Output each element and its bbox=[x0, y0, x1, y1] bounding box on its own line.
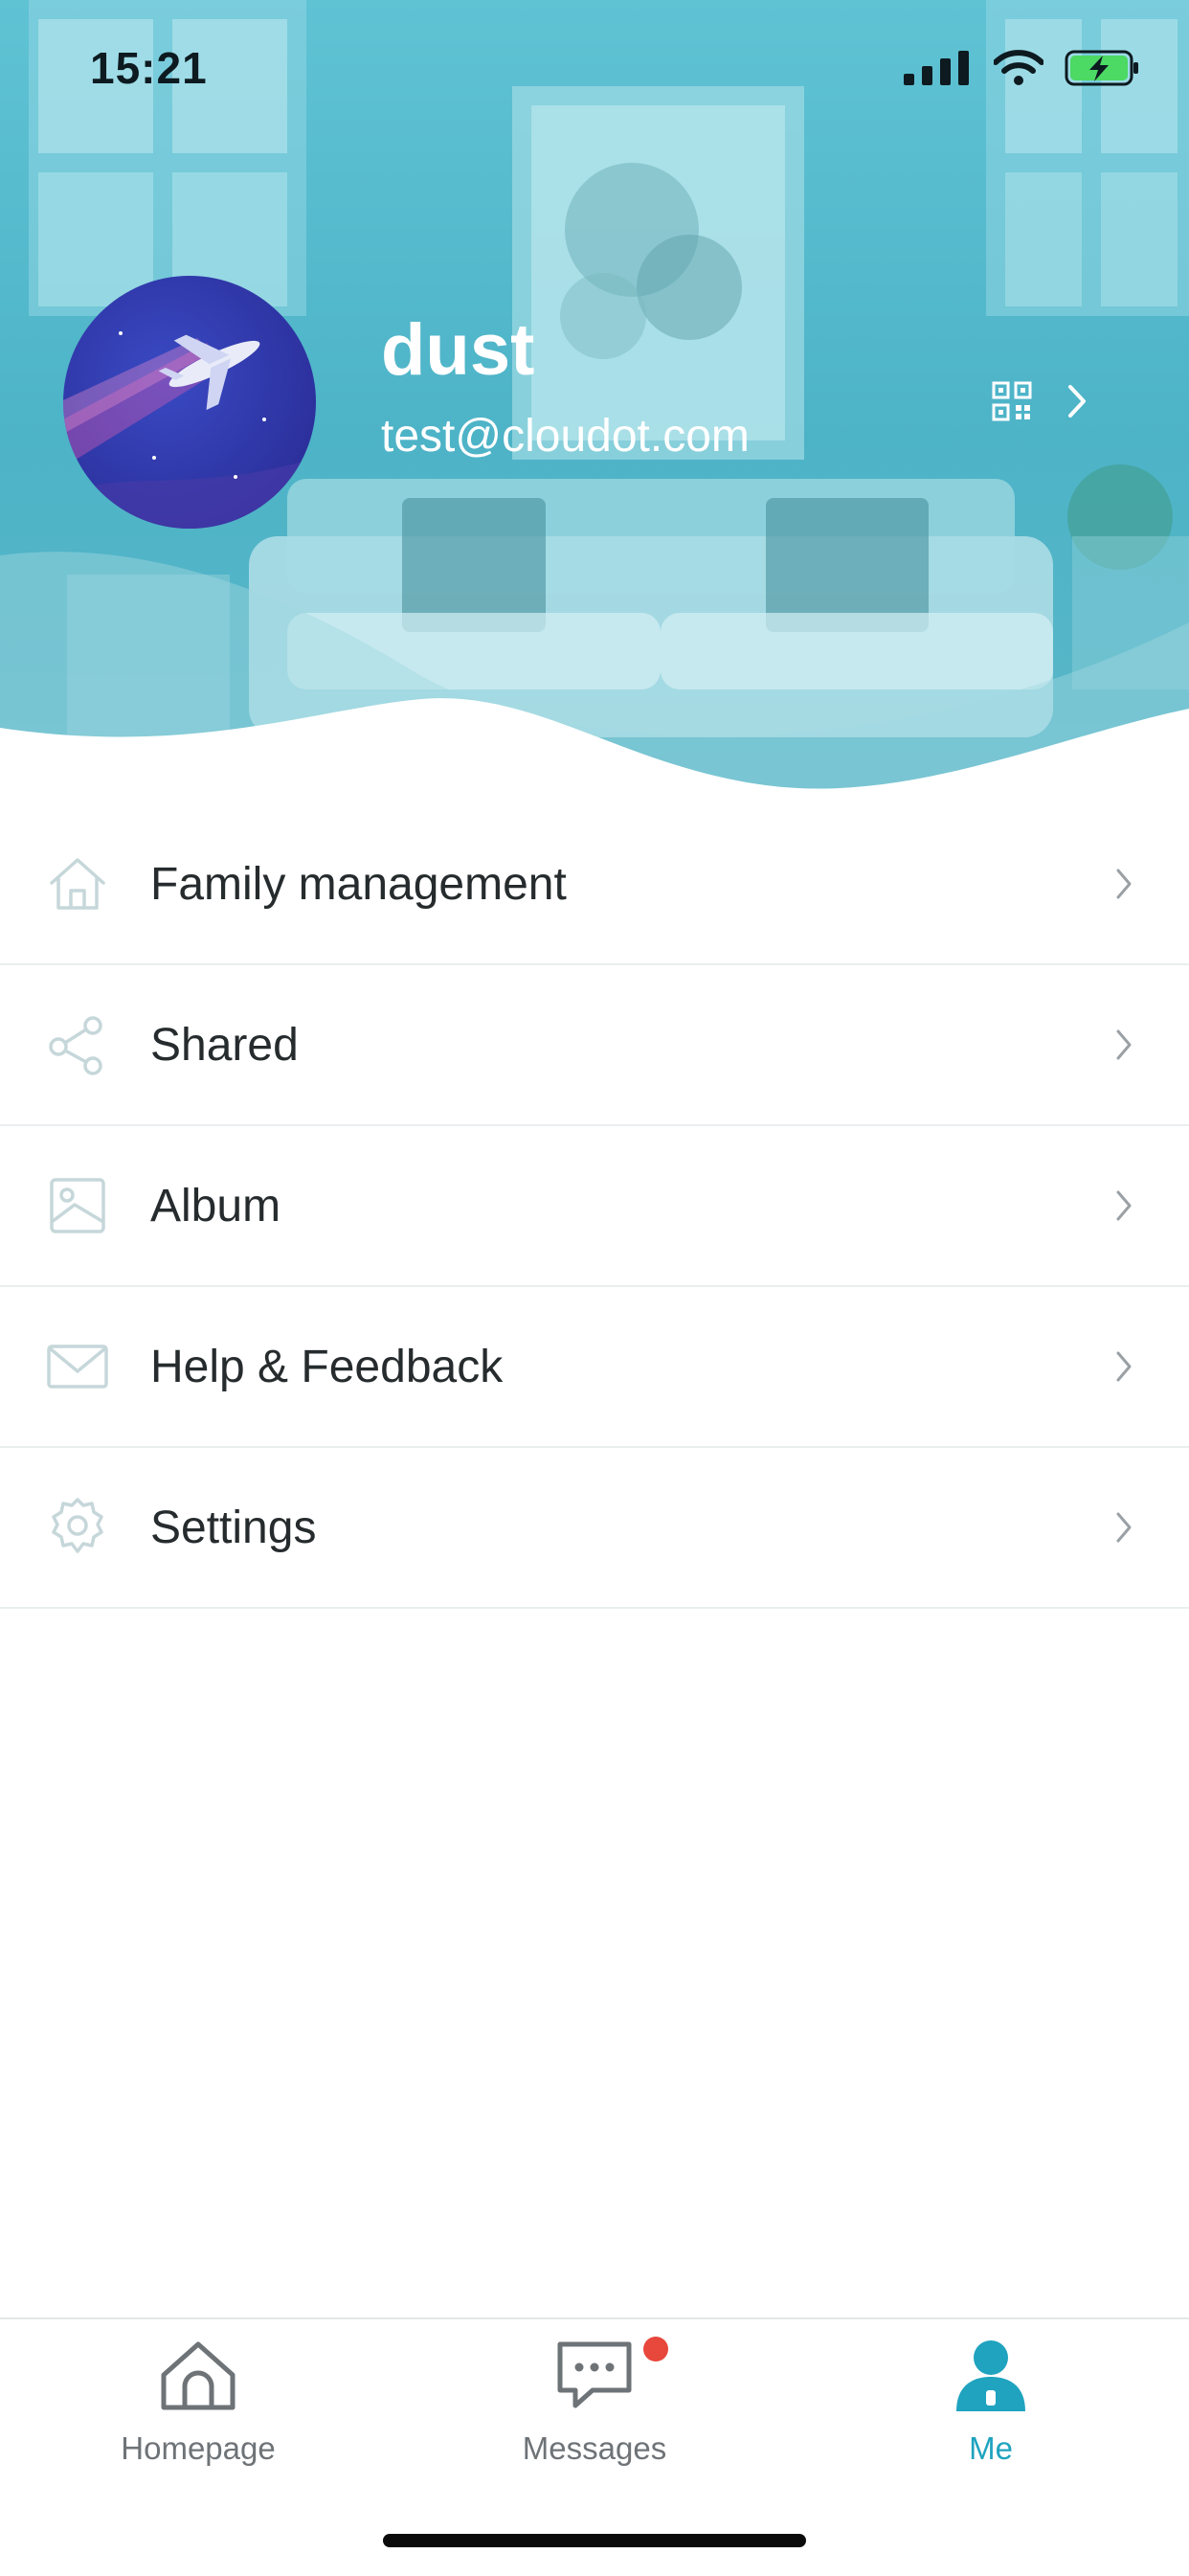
chevron-right-icon bbox=[1116, 869, 1132, 899]
home-indicator bbox=[383, 2534, 806, 2547]
menu-item-settings[interactable]: Settings bbox=[0, 1448, 1189, 1609]
username: dust bbox=[381, 309, 535, 391]
image-icon bbox=[50, 1178, 105, 1233]
home-outline-icon bbox=[50, 858, 105, 910]
menu-item-label: Album bbox=[150, 1180, 281, 1232]
home-icon bbox=[161, 2341, 236, 2410]
unread-badge bbox=[643, 2337, 668, 2361]
signal-icon bbox=[904, 51, 969, 85]
battery-charging-icon bbox=[1065, 50, 1138, 86]
tab-homepage[interactable]: Homepage bbox=[0, 2319, 396, 2511]
settings-menu: Family management Shared Album Help & Fe… bbox=[0, 804, 1189, 1609]
menu-item-album[interactable]: Album bbox=[0, 1126, 1189, 1287]
chevron-right-icon bbox=[1116, 1190, 1132, 1221]
share-icon bbox=[49, 1016, 102, 1075]
tab-me[interactable]: Me bbox=[793, 2319, 1189, 2511]
menu-item-label: Help & Feedback bbox=[150, 1341, 504, 1392]
chevron-right-icon bbox=[1116, 1512, 1132, 1543]
status-time: 15:21 bbox=[90, 43, 208, 93]
tab-label: Homepage bbox=[121, 2430, 276, 2466]
menu-item-label: Family management bbox=[150, 858, 567, 910]
tab-label: Me bbox=[969, 2430, 1013, 2466]
menu-item-family-management[interactable]: Family management bbox=[0, 804, 1189, 965]
airplane-avatar-icon bbox=[63, 276, 316, 529]
gear-icon bbox=[52, 1498, 103, 1553]
person-icon bbox=[956, 2340, 1025, 2411]
qr-code-button[interactable] bbox=[992, 381, 1088, 421]
wifi-icon bbox=[994, 50, 1043, 85]
profile-header: 15:21 dust test@cloudot.com bbox=[0, 0, 1189, 795]
chevron-right-icon bbox=[1116, 1029, 1132, 1060]
menu-item-shared[interactable]: Shared bbox=[0, 965, 1189, 1126]
tab-messages[interactable]: Messages bbox=[396, 2319, 793, 2511]
menu-item-label: Settings bbox=[150, 1502, 317, 1553]
menu-item-help-feedback[interactable]: Help & Feedback bbox=[0, 1287, 1189, 1448]
chat-bubble-icon bbox=[557, 2341, 632, 2408]
chevron-right-icon bbox=[1068, 385, 1086, 418]
qr-code-icon bbox=[992, 381, 1032, 421]
avatar[interactable] bbox=[63, 276, 316, 529]
user-email: test@cloudot.com bbox=[381, 411, 750, 462]
status-bar: 15:21 bbox=[0, 0, 1189, 144]
menu-item-label: Shared bbox=[150, 1019, 299, 1071]
chevron-right-icon bbox=[1116, 1351, 1132, 1382]
tab-label: Messages bbox=[522, 2430, 667, 2466]
mail-icon bbox=[47, 1344, 108, 1389]
